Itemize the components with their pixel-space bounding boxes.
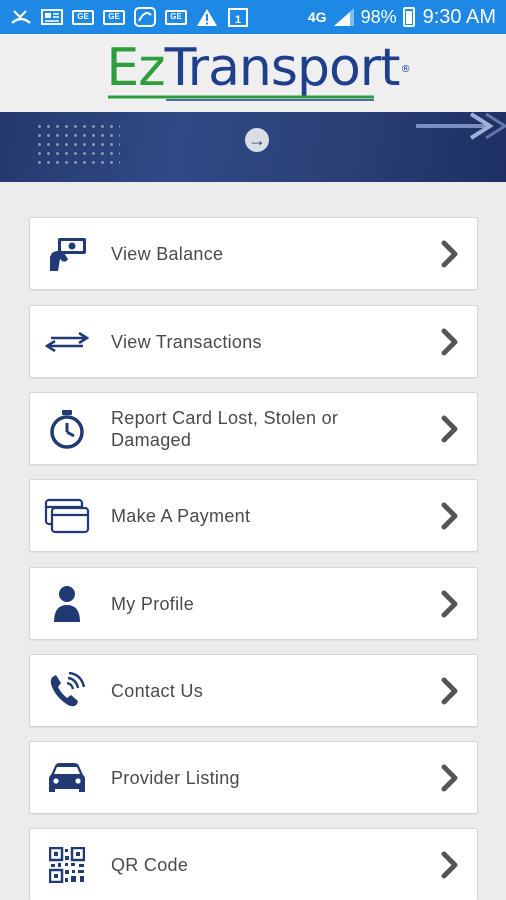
notification-icons: GE GE GE 1 [10,7,249,27]
banner-dot-pattern [35,122,120,170]
menu-item-label: Provider Listing [111,767,240,788]
menu-item-view-balance[interactable]: View Balance [29,217,478,290]
warning-icon [196,8,218,26]
app-logo: EzTransport ® [106,42,411,101]
news-icon [41,8,63,26]
network-type: 4G [307,9,327,25]
menu-item-label: QR Code [111,854,189,875]
ge-app-icon: GE [72,9,94,25]
menu-item-label: My Profile [111,593,195,614]
ge-app-icon: GE [103,9,125,25]
app-header: EzTransport ® [0,34,506,112]
banner-next-icon[interactable]: → [245,128,269,152]
status-bar: GE GE GE 1 4G 98% 9:30 AM [0,0,506,34]
logo-text-ez: Ez [106,38,165,98]
money-hand-icon [44,234,90,274]
missed-call-icon [10,8,32,26]
menu-item-report-card[interactable]: Report Card Lost, Stolen or Damaged [29,392,478,465]
menu-item-label: Make A Payment [111,505,251,526]
system-status: 4G 98% 9:30 AM [308,6,496,29]
menu-item-view-transactions[interactable]: View Transactions [29,305,478,378]
stopwatch-icon [44,409,90,449]
promo-banner[interactable]: → [0,112,506,182]
battery-icon [402,7,415,27]
chevron-right-icon [441,764,458,791]
car-icon [44,758,90,798]
chevron-right-icon [441,240,458,267]
chevron-right-icon [441,851,458,878]
menu-item-contact-us[interactable]: Contact Us [29,654,478,727]
menu-item-my-profile[interactable]: My Profile [29,567,478,640]
menu-item-make-payment[interactable]: Make A Payment [29,479,478,552]
qr-code-icon [44,845,90,885]
menu-item-label: View Transactions [111,331,262,352]
double-arrow-icon [44,322,90,362]
menu-item-label: Report Card Lost, Stolen or Damaged [111,407,339,450]
ge-app-icon: GE [165,9,187,25]
menu-item-qr-code[interactable]: QR Code [29,828,478,900]
registered-mark: ® [400,64,411,75]
calendar-icon: 1 [227,8,249,27]
menu-item-provider-listing[interactable]: Provider Listing [29,741,478,814]
logo-text-transport: Transport [164,38,401,98]
battery-percent: 98% [360,6,397,27]
chevron-right-icon [441,590,458,617]
person-icon [44,584,90,624]
sprint-icon [134,7,156,27]
svg-text:1: 1 [235,14,241,26]
phone-icon [44,671,90,711]
cards-icon [44,496,90,536]
chevron-right-icon [441,415,458,442]
banner-arrow-graphic [416,112,506,140]
menu-item-label: View Balance [111,243,224,264]
signal-icon [333,8,355,26]
chevron-right-icon [441,328,458,355]
clock: 9:30 AM [422,5,496,28]
chevron-right-icon [441,677,458,704]
logo-swoosh [108,95,375,101]
menu-item-label: Contact Us [111,680,204,701]
chevron-right-icon [441,502,458,529]
